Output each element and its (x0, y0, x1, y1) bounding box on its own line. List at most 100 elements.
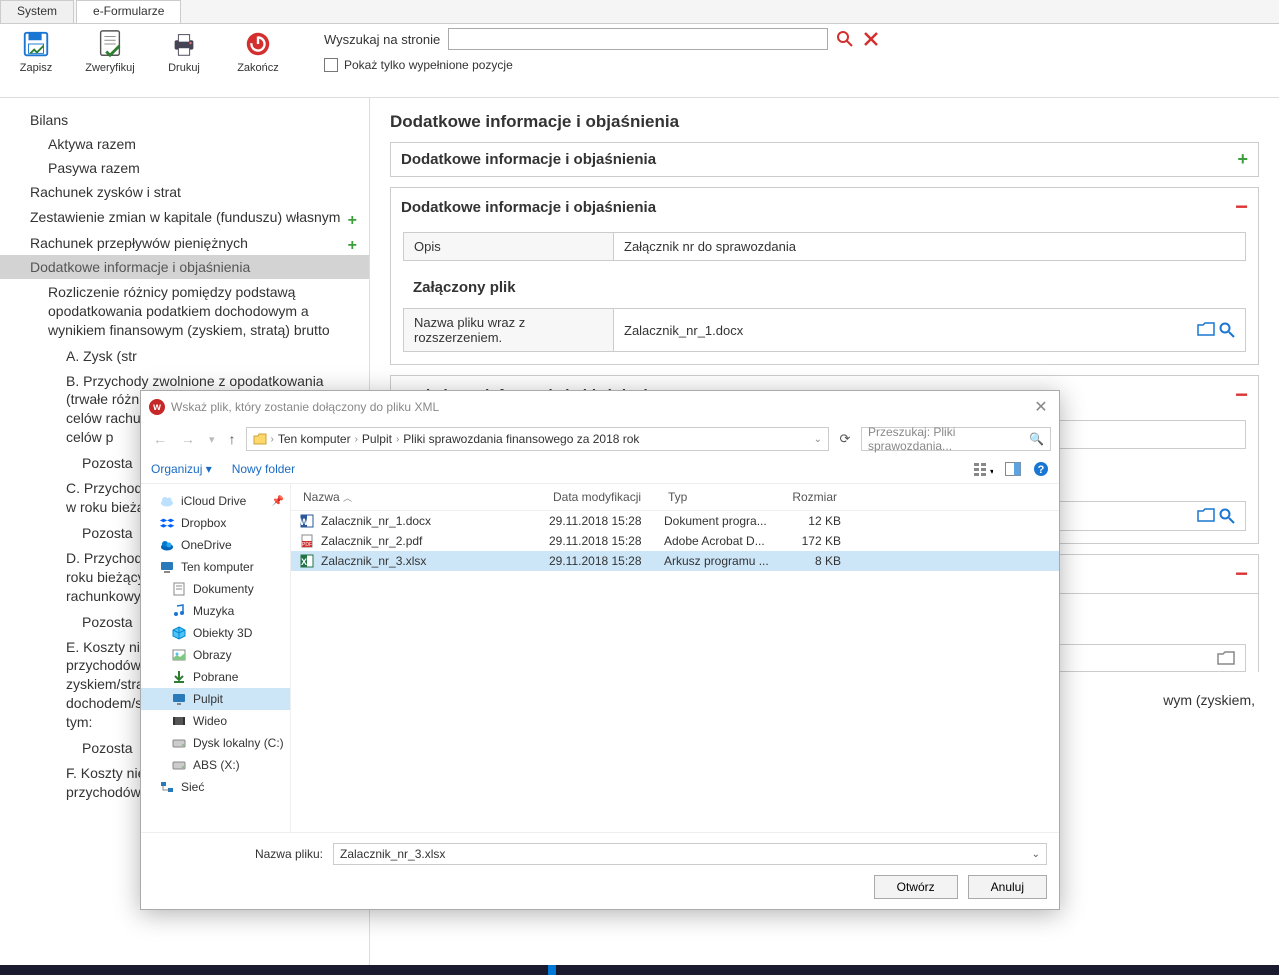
file-row[interactable]: WZalacznik_nr_1.docx29.11.2018 15:28Doku… (291, 511, 1059, 531)
svg-text:X: X (301, 557, 307, 567)
nav-forward-icon[interactable]: → (177, 431, 199, 447)
nav-back-icon[interactable]: ← (149, 431, 171, 447)
breadcrumb-1[interactable]: Pulpit (362, 432, 392, 446)
nav-recent-icon[interactable]: ▾ (205, 433, 219, 446)
col-date[interactable]: Data modyfikacji (549, 488, 664, 506)
section-1: Dodatkowe informacje i objaśnienia − Opi… (390, 187, 1259, 365)
remove-section-icon[interactable]: − (1235, 382, 1248, 408)
dialog-tree-item[interactable]: Obrazy (141, 644, 290, 666)
show-filled-label: Pokaż tylko wypełnione pozycje (344, 58, 513, 72)
breadcrumb-0[interactable]: Ten komputer (278, 432, 351, 446)
cancel-button[interactable]: Anuluj (968, 875, 1047, 899)
view-options-icon[interactable]: ▾ (973, 461, 993, 477)
dialog-search-input[interactable]: Przeszukaj: Pliki sprawozdania... 🔍 (861, 427, 1051, 451)
col-name[interactable]: Nazwa ︿ (299, 488, 549, 506)
tree-zestawienie[interactable]: Zestawienie zmian w kapitale (funduszu) … (0, 204, 369, 231)
print-button[interactable]: Drukuj (156, 28, 212, 74)
search-file-icon[interactable] (1219, 508, 1235, 524)
dialog-tree-item[interactable]: OneDrive (141, 534, 290, 556)
exit-button[interactable]: Zakończ (230, 28, 286, 74)
net-icon (159, 779, 175, 795)
dialog-tree-item[interactable]: Obiekty 3D (141, 622, 290, 644)
save-button[interactable]: Zapisz (8, 28, 64, 74)
search-icon[interactable] (836, 30, 854, 48)
open-button[interactable]: Otwórz (874, 875, 958, 899)
dialog-tree-item[interactable]: ABS (X:) (141, 754, 290, 776)
word-icon: W (299, 513, 315, 529)
save-icon (20, 28, 52, 60)
dialog-tree-item[interactable]: Sieć (141, 776, 290, 798)
img-icon (171, 647, 187, 663)
nav-up-icon[interactable]: ↑ (225, 431, 240, 447)
remove-section-icon[interactable]: − (1235, 194, 1248, 220)
refresh-icon[interactable]: ⟳ (835, 431, 855, 447)
folder-icon[interactable] (1197, 508, 1215, 524)
desktop-icon (171, 691, 187, 707)
dialog-tree-item[interactable]: Muzyka (141, 600, 290, 622)
dialog-tree-item[interactable]: Pobrane (141, 666, 290, 688)
folder-small-icon (253, 433, 267, 445)
tab-eformularze[interactable]: e-Formularze (76, 0, 181, 23)
organize-button[interactable]: Organizuj ▾ (151, 462, 212, 476)
tab-system[interactable]: System (0, 0, 74, 23)
page-title: Dodatkowe informacje i objaśnienia (390, 112, 1259, 132)
dialog-tree-item[interactable]: Ten komputer (141, 556, 290, 578)
filename-input[interactable]: Zalacznik_nr_3.xlsx ⌄ (333, 843, 1047, 865)
dialog-tree-item[interactable]: Dropbox (141, 512, 290, 534)
pc-icon (159, 559, 175, 575)
disk-icon (171, 735, 187, 751)
search-label: Wyszukaj na stronie (324, 32, 440, 47)
plus-icon[interactable]: + (348, 210, 357, 232)
folder-icon[interactable] (1217, 651, 1235, 665)
tree-dodatkowe[interactable]: Dodatkowe informacje i objaśnienia (0, 255, 369, 279)
app-icon: w (149, 399, 165, 415)
chevron-down-icon[interactable]: ⌄ (1032, 849, 1040, 860)
tree-bilans[interactable]: Bilans (0, 108, 369, 132)
new-folder-button[interactable]: Nowy folder (232, 462, 295, 476)
breadcrumb-2[interactable]: Pliki sprawozdania finansowego za 2018 r… (403, 432, 639, 446)
exit-label: Zakończ (237, 62, 279, 74)
dialog-nav-tree[interactable]: iCloud Drive📌DropboxOneDriveTen komputer… (141, 484, 291, 832)
section-header-label: Dodatkowe informacje i objaśnienia (401, 151, 656, 168)
search-area: Wyszukaj na stronie Pokaż tylko wypełnio… (324, 28, 880, 72)
add-section-icon[interactable]: + (1237, 149, 1248, 170)
tree-pasywa[interactable]: Pasywa razem (0, 156, 369, 180)
file-columns-header[interactable]: Nazwa ︿ Data modyfikacji Typ Rozmiar (291, 484, 1059, 511)
dialog-tree-item[interactable]: iCloud Drive📌 (141, 490, 290, 512)
dialog-tree-item[interactable]: Dokumenty (141, 578, 290, 600)
remove-section-icon[interactable]: − (1235, 561, 1248, 587)
col-type[interactable]: Typ (664, 488, 779, 506)
chevron-down-icon[interactable]: ⌄ (814, 434, 822, 445)
preview-pane-icon[interactable] (1005, 462, 1021, 476)
dropbox-icon (159, 515, 175, 531)
save-label: Zapisz (20, 62, 52, 74)
plus-icon[interactable]: + (348, 237, 357, 255)
col-size[interactable]: Rozmiar (779, 488, 841, 506)
search-input[interactable] (448, 28, 828, 50)
tree-aktywa[interactable]: Aktywa razem (0, 132, 369, 156)
close-icon[interactable]: ✕ (1031, 397, 1051, 417)
folder-icon[interactable] (1197, 322, 1215, 338)
onedrive-icon (159, 537, 175, 553)
tree-rozliczenie[interactable]: Rozliczenie różnicy pomiędzy podstawą op… (0, 279, 369, 344)
svg-text:PDF: PDF (302, 542, 312, 548)
help-icon[interactable]: ? (1033, 461, 1049, 477)
tree-rachunek-pp[interactable]: Rachunek przepływów pieniężnych+ (0, 231, 369, 255)
file-row[interactable]: PDFZalacznik_nr_2.pdf29.11.2018 15:28Ado… (291, 531, 1059, 551)
section-add-new: Dodatkowe informacje i objaśnienia + (390, 142, 1259, 177)
cancel-search-icon[interactable] (862, 30, 880, 48)
tree-a-zysk[interactable]: A. Zysk (str (0, 344, 369, 368)
address-bar[interactable]: › Ten komputer › Pulpit › Pliki sprawozd… (246, 427, 829, 451)
file-row[interactable]: XZalacznik_nr_3.xlsx29.11.2018 15:28Arku… (291, 551, 1059, 571)
tree-rachunek-zs[interactable]: Rachunek zysków i strat (0, 180, 369, 204)
obj3d-icon (171, 625, 187, 641)
dialog-tree-item[interactable]: Dysk lokalny (C:) (141, 732, 290, 754)
dialog-tree-item[interactable]: Wideo (141, 710, 290, 732)
verify-button[interactable]: Zweryfikuj (82, 28, 138, 74)
nazwa-pliku-value-1[interactable]: Zalacznik_nr_1.docx (624, 323, 743, 338)
search-file-icon[interactable] (1219, 322, 1235, 338)
dialog-tree-item[interactable]: Pulpit (141, 688, 290, 710)
video-icon (171, 713, 187, 729)
show-filled-checkbox[interactable] (324, 58, 338, 72)
opis-value-1[interactable]: Załącznik nr do sprawozdania (614, 233, 1245, 260)
